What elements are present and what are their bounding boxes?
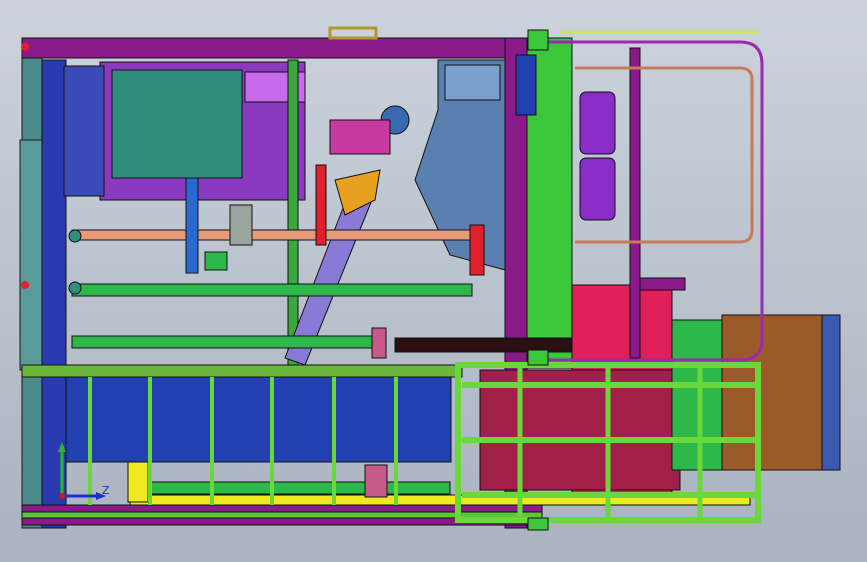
salmon-pipe [71, 229, 473, 241]
lifting-lug-top [328, 26, 378, 40]
top-frame-beam [21, 37, 533, 59]
valve-handwheel-1 [68, 229, 82, 243]
red-stem [315, 164, 327, 246]
pump-housing [329, 119, 391, 155]
tank-end-cap [63, 65, 105, 197]
control-box [111, 69, 243, 179]
vertical-post-1 [287, 59, 299, 371]
green-pipe-lower [71, 335, 373, 349]
indicator-dot-2 [21, 43, 29, 51]
lifting-lug-motor [639, 277, 686, 291]
indicator-dot-1 [21, 281, 29, 289]
orange-elbow [334, 169, 381, 216]
mid-frame-rail [21, 364, 463, 378]
green-pipe-upper [71, 283, 473, 297]
terminal-cover [821, 314, 841, 471]
right-vertical-strut [629, 47, 641, 359]
gauge-fitting [204, 251, 228, 271]
terminal-box [721, 314, 823, 471]
left-end-plate [19, 139, 45, 371]
corner-bracket-mid [527, 349, 549, 366]
base-tank [65, 376, 452, 463]
blue-riser [185, 177, 199, 274]
flange-2 [364, 464, 388, 498]
green-bottom-pipe [149, 481, 451, 495]
yellow-riser [127, 461, 149, 503]
red-riser [469, 224, 485, 276]
valve-body [229, 204, 253, 246]
y-axis-label: Y [61, 440, 69, 453]
cylinder-lower [579, 157, 616, 221]
equipment-model[interactable] [0, 0, 867, 562]
hopper-top [444, 64, 501, 101]
z-axis-label: Z [102, 484, 110, 497]
corner-bracket-bottom [527, 517, 549, 531]
flange-1 [371, 327, 387, 359]
coordinate-triad: Y Z [58, 440, 110, 500]
cylinder-upper [579, 91, 616, 155]
post-bracket [515, 54, 537, 116]
valve-handwheel-2 [68, 281, 82, 295]
corner-bracket-top [527, 29, 549, 51]
cad-viewport[interactable]: Y Z [0, 0, 867, 562]
coupling [671, 319, 723, 471]
x-axis-dot [59, 493, 65, 499]
